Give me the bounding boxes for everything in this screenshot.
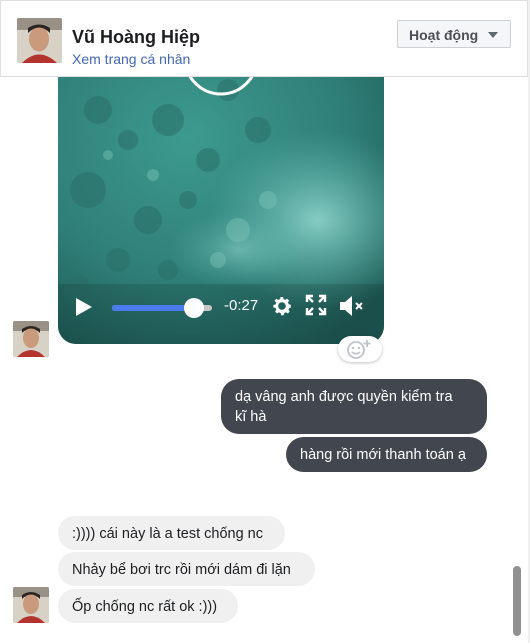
header-avatar[interactable] (17, 18, 62, 63)
chat-header: Vũ Hoàng Hiệp Xem trang cá nhân Hoạt độn… (0, 0, 528, 77)
add-reaction-icon (347, 340, 371, 359)
contact-avatar[interactable] (13, 587, 49, 623)
video-progress-bar[interactable] (112, 298, 212, 318)
avatar-photo (17, 18, 62, 63)
outgoing-message[interactable]: hàng rồi mới thanh toán ạ (286, 437, 487, 472)
incoming-message[interactable]: Nhảy bể bơi trc rồi mới dám đi lặn (58, 552, 315, 586)
video-controls: -0:27 (58, 284, 384, 344)
message-text-line: kĩ hà (235, 409, 267, 425)
fullscreen-icon[interactable] (305, 294, 327, 316)
chevron-down-icon (488, 32, 498, 38)
chat-scrollbar[interactable] (513, 566, 521, 636)
add-reaction-button[interactable] (338, 336, 382, 362)
message-text-line: dạ vâng anh được quyền kiểm tra (235, 389, 453, 405)
avatar-photo (13, 321, 49, 357)
status-label: Hoạt động (409, 27, 479, 43)
avatar-photo (13, 587, 49, 623)
contact-name[interactable]: Vũ Hoàng Hiệp (72, 27, 200, 48)
gear-icon[interactable] (270, 294, 294, 318)
video-progress-fill (112, 305, 194, 311)
incoming-message[interactable]: Ốp chống nc rất ok :))) (58, 589, 238, 623)
message-text: Nhảy bể bơi trc rồi mới dám đi lặn (72, 562, 291, 578)
incoming-message[interactable]: :)))) cái này là a test chống nc (58, 516, 285, 550)
mute-icon[interactable] (338, 294, 366, 318)
play-icon[interactable] (76, 298, 92, 316)
contact-avatar[interactable] (13, 321, 49, 357)
video-time-remaining: -0:27 (224, 297, 259, 314)
view-profile-link[interactable]: Xem trang cá nhân (72, 51, 190, 67)
status-dropdown[interactable]: Hoạt động (397, 20, 511, 48)
message-text: hàng rồi mới thanh toán ạ (300, 447, 466, 463)
message-text: :)))) cái này là a test chống nc (72, 526, 263, 542)
video-attachment[interactable]: -0:27 (58, 50, 384, 344)
video-progress-handle[interactable] (184, 298, 204, 318)
message-text: Ốp chống nc rất ok :))) (72, 599, 218, 615)
outgoing-message[interactable]: dạ vâng anh được quyền kiểm tra kĩ hà (221, 379, 487, 434)
